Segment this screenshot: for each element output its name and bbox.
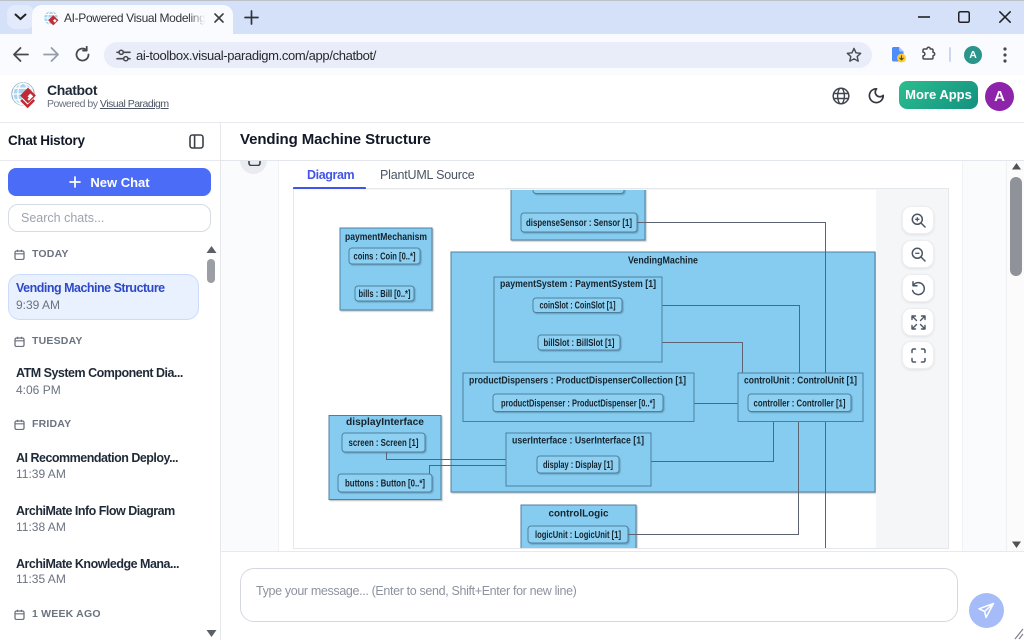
svg-text:productDispensers : ProductDis: productDispensers : ProductDispenserColl… bbox=[469, 376, 686, 387]
svg-text:controlUnit : ControlUnit [1]: controlUnit : ControlUnit [1] bbox=[744, 376, 857, 387]
svg-text:controlLogic: controlLogic bbox=[549, 509, 609, 520]
svg-text:VendingMachine: VendingMachine bbox=[628, 256, 698, 267]
svg-text:coinSlot : CoinSlot [1]: coinSlot : CoinSlot [1] bbox=[540, 301, 616, 312]
svg-text:coins : Coin [0..*]: coins : Coin [0..*] bbox=[354, 252, 416, 263]
svg-text:paymentMechanism: paymentMechanism bbox=[345, 232, 427, 243]
svg-text:billSlot : BillSlot [1]: billSlot : BillSlot [1] bbox=[544, 338, 615, 349]
svg-text:dispenseSensor : Sensor [1]: dispenseSensor : Sensor [1] bbox=[526, 218, 632, 229]
svg-text:paymentSystem : PaymentSystem: paymentSystem : PaymentSystem [1] bbox=[500, 279, 656, 290]
svg-text:screen : Screen [1]: screen : Screen [1] bbox=[349, 438, 419, 449]
svg-text:userInterface : UserInterface: userInterface : UserInterface [1] bbox=[512, 436, 644, 447]
svg-text:logicUnit : LogicUnit [1]: logicUnit : LogicUnit [1] bbox=[535, 530, 621, 541]
svg-text:buttons : Button [0..*]: buttons : Button [0..*] bbox=[345, 479, 425, 490]
svg-text:controller : Controller [1]: controller : Controller [1] bbox=[754, 399, 846, 410]
svg-text:displayInterface: displayInterface bbox=[346, 417, 424, 428]
svg-text:bills : Bill [0..*]: bills : Bill [0..*] bbox=[359, 289, 411, 300]
svg-text:productDispenser : ProductDisp: productDispenser : ProductDispenser [0..… bbox=[501, 399, 655, 410]
svg-text:display : Display [1]: display : Display [1] bbox=[543, 460, 613, 471]
